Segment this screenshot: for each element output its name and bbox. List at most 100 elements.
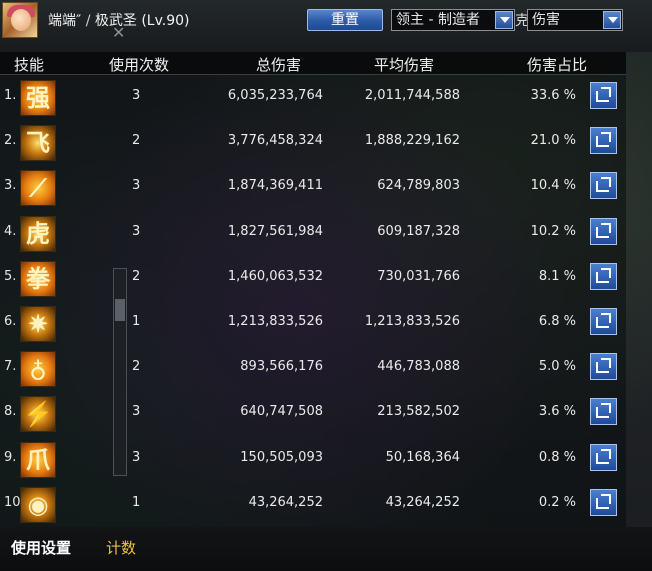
share-icon[interactable] bbox=[590, 262, 617, 290]
table-row: 3. ⟋ 3 1,874,369,411 624,789,803 10.4 % bbox=[0, 165, 626, 210]
share-icon[interactable] bbox=[590, 172, 617, 200]
row-avg-damage: 43,264,252 bbox=[385, 494, 460, 510]
boss-select[interactable]: 领主 - 制造者 bbox=[391, 9, 515, 31]
row-total-damage: 150,505,093 bbox=[240, 449, 323, 465]
footer-bar: 使用设置 计数 bbox=[0, 527, 652, 571]
row-damage-share: 6.8 % bbox=[538, 314, 576, 329]
share-icon[interactable] bbox=[590, 82, 617, 109]
share-icon[interactable] bbox=[590, 398, 617, 426]
skill-icon: 虎 bbox=[20, 215, 56, 252]
row-uses: 2 bbox=[132, 133, 141, 149]
count-tab[interactable]: 计数 bbox=[106, 537, 136, 558]
name-separator: / bbox=[85, 13, 91, 29]
row-uses: 3 bbox=[132, 178, 141, 194]
table-row: 7. ♁ 2 893,566,176 446,783,088 5.0 % bbox=[0, 346, 626, 391]
table-row: 8. ⚡ 3 640,747,508 213,582,502 3.6 % bbox=[0, 391, 626, 436]
skill-icon: 飞 bbox=[20, 125, 56, 162]
row-rank: 1. bbox=[4, 88, 17, 103]
share-icon[interactable] bbox=[590, 308, 617, 335]
avatar-face bbox=[11, 9, 31, 31]
row-avg-damage: 2,011,744,588 bbox=[364, 88, 460, 103]
row-damage-share: 10.2 % bbox=[530, 223, 576, 239]
table-row: 4. 虎 3 1,827,561,984 609,187,328 10.2 % bbox=[0, 211, 626, 256]
row-rank: 9. bbox=[4, 449, 17, 465]
row-uses: 2 bbox=[132, 359, 141, 375]
row-rank: 5. bbox=[4, 268, 17, 284]
table-row: 10. ◉ 1 43,264,252 43,264,252 0.2 % bbox=[0, 482, 626, 527]
share-icon[interactable] bbox=[590, 353, 617, 381]
row-total-damage: 1,460,063,532 bbox=[227, 268, 323, 284]
chevron-down-icon[interactable] bbox=[495, 11, 513, 29]
share-icon[interactable] bbox=[590, 127, 617, 155]
row-damage-share: 33.6 % bbox=[530, 88, 576, 103]
character-avatar bbox=[2, 2, 38, 38]
skill-icon: ✷ bbox=[20, 306, 56, 342]
row-uses: 3 bbox=[132, 88, 141, 103]
row-total-damage: 1,827,561,984 bbox=[227, 223, 323, 239]
row-uses: 3 bbox=[132, 404, 141, 420]
row-total-damage: 640,747,508 bbox=[240, 404, 323, 420]
row-uses: 1 bbox=[132, 494, 141, 510]
skill-icon: ⚡ bbox=[20, 396, 56, 433]
row-damage-share: 0.8 % bbox=[538, 449, 576, 465]
usage-settings-tab[interactable]: 使用设置 bbox=[11, 537, 71, 558]
table-row: 2. 飞 2 3,776,458,324 1,888,229,162 21.0 % bbox=[0, 120, 626, 165]
row-avg-damage: 1,888,229,162 bbox=[364, 133, 460, 149]
row-rank: 3. bbox=[4, 178, 17, 194]
row-avg-damage: 446,783,088 bbox=[377, 359, 460, 375]
row-avg-damage: 213,582,502 bbox=[377, 404, 460, 420]
row-uses: 3 bbox=[132, 223, 141, 239]
row-rank: 8. bbox=[4, 404, 17, 420]
col-uses: 使用次数 bbox=[109, 56, 170, 74]
table-row: 1. 强 3 6,035,233,764 2,011,744,588 33.6 % bbox=[0, 75, 626, 120]
row-total-damage: 893,566,176 bbox=[240, 359, 323, 375]
row-avg-damage: 1,213,833,526 bbox=[364, 314, 460, 329]
row-damage-share: 21.0 % bbox=[530, 133, 576, 149]
row-total-damage: 3,776,458,324 bbox=[227, 133, 323, 149]
row-damage-share: 5.0 % bbox=[538, 359, 576, 375]
row-rank: 2. bbox=[4, 133, 17, 149]
skill-icon: 拳 bbox=[20, 260, 56, 297]
row-damage-share: 3.6 % bbox=[538, 404, 576, 420]
share-icon[interactable] bbox=[590, 488, 617, 516]
skill-icon: 强 bbox=[20, 80, 56, 116]
metric-select[interactable]: 伤害 bbox=[527, 9, 623, 31]
share-icon[interactable] bbox=[590, 217, 617, 245]
row-avg-damage: 624,789,803 bbox=[377, 178, 460, 194]
col-total: 总伤害 bbox=[256, 56, 302, 74]
row-avg-damage: 730,031,766 bbox=[377, 268, 460, 284]
row-uses: 3 bbox=[132, 449, 141, 465]
col-skill: 技能 bbox=[14, 56, 45, 74]
row-damage-share: 0.2 % bbox=[538, 494, 576, 510]
col-pct: 伤害占比 bbox=[527, 56, 588, 74]
row-uses: 1 bbox=[132, 314, 141, 329]
row-total-damage: 1,213,833,526 bbox=[227, 314, 323, 329]
row-total-damage: 1,874,369,411 bbox=[227, 178, 323, 194]
skill-icon: 爪 bbox=[20, 441, 56, 478]
boss-select-value: 领主 - 制造者 bbox=[396, 12, 480, 28]
close-icon[interactable]: ✕ bbox=[112, 25, 125, 41]
table-row: 9. 爪 3 150,505,093 50,168,364 0.8 % bbox=[0, 437, 626, 482]
reset-button[interactable]: 重置 bbox=[307, 9, 383, 31]
row-damage-share: 8.1 % bbox=[538, 268, 576, 284]
character-level: (Lv.90) bbox=[141, 13, 190, 29]
row-uses: 2 bbox=[132, 268, 141, 284]
metric-select-value: 伤害 bbox=[532, 12, 560, 28]
skill-icon: ⟋ bbox=[20, 170, 56, 207]
skill-icon: ◉ bbox=[20, 486, 56, 523]
row-avg-damage: 609,187,328 bbox=[377, 223, 460, 239]
row-rank: 4. bbox=[4, 223, 17, 239]
skill-icon: ♁ bbox=[20, 351, 56, 388]
row-total-damage: 6,035,233,764 bbox=[227, 88, 323, 103]
row-damage-share: 10.4 % bbox=[530, 178, 576, 194]
row-rank: 7. bbox=[4, 359, 17, 375]
character-name: 端端″ bbox=[48, 13, 82, 29]
col-avg: 平均伤害 bbox=[374, 56, 435, 74]
chevron-down-icon[interactable] bbox=[603, 11, 621, 29]
row-rank: 6. bbox=[4, 314, 17, 329]
row-total-damage: 43,264,252 bbox=[248, 494, 323, 510]
share-icon[interactable] bbox=[590, 443, 617, 471]
table-row: 5. 拳 2 1,460,063,532 730,031,766 8.1 % bbox=[0, 256, 626, 301]
table-header: 技能 使用次数 总伤害 平均伤害 伤害占比 bbox=[0, 52, 626, 75]
row-avg-damage: 50,168,364 bbox=[385, 449, 460, 465]
